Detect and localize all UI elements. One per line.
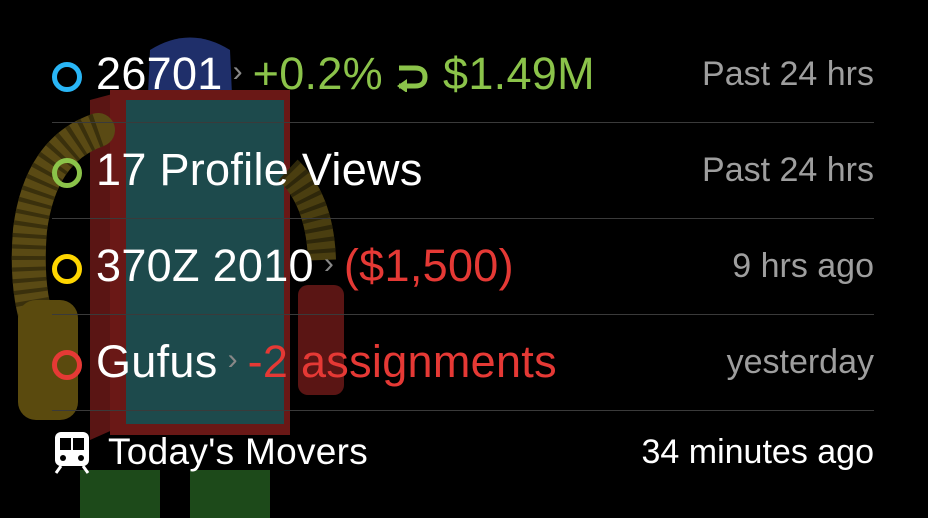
stock-symbol: 26701 <box>96 48 223 99</box>
row-timestamp: 9 hrs ago <box>732 246 874 285</box>
footer-timestamp: 34 minutes ago <box>641 432 875 471</box>
profile-views-text: 17 Profile Views <box>96 144 423 195</box>
train-icon <box>54 432 90 474</box>
circle-outline-icon <box>52 158 82 188</box>
circle-outline-icon <box>52 350 82 380</box>
assignments-row[interactable]: Gufus › -2 assignments yesterday <box>52 314 874 411</box>
footer-label: Today's Movers <box>108 431 369 472</box>
redo-arrow-icon <box>397 65 428 92</box>
chevron-right-icon: › <box>232 55 243 88</box>
circle-outline-icon <box>52 254 82 284</box>
chevron-right-icon: › <box>323 247 334 280</box>
price-change: ($1,500) <box>343 240 514 291</box>
row-timestamp: yesterday <box>726 342 874 381</box>
row-timestamp: Past 24 hrs <box>702 150 874 189</box>
profile-views-row[interactable]: 17 Profile Views Past 24 hrs <box>52 122 874 219</box>
vehicle-name: 370Z 2010 <box>96 240 314 291</box>
footer-bar[interactable]: Today's Movers 34 minutes ago <box>52 404 874 500</box>
vehicle-price-row[interactable]: 370Z 2010 › ($1,500) 9 hrs ago <box>52 218 874 315</box>
circle-outline-icon <box>52 62 82 92</box>
person-name: Gufus <box>96 336 218 387</box>
assignments-change: -2 assignments <box>247 336 557 387</box>
stocks-summary-card: 26701 › +0.2% $1.49M Past 24 hrs 17 Prof… <box>0 0 928 518</box>
chevron-right-icon: › <box>227 343 238 376</box>
percent-change: +0.2% <box>252 48 383 99</box>
dollar-value: $1.49M <box>443 48 595 99</box>
stock-row[interactable]: 26701 › +0.2% $1.49M Past 24 hrs <box>52 26 874 123</box>
row-timestamp: Past 24 hrs <box>702 54 874 93</box>
